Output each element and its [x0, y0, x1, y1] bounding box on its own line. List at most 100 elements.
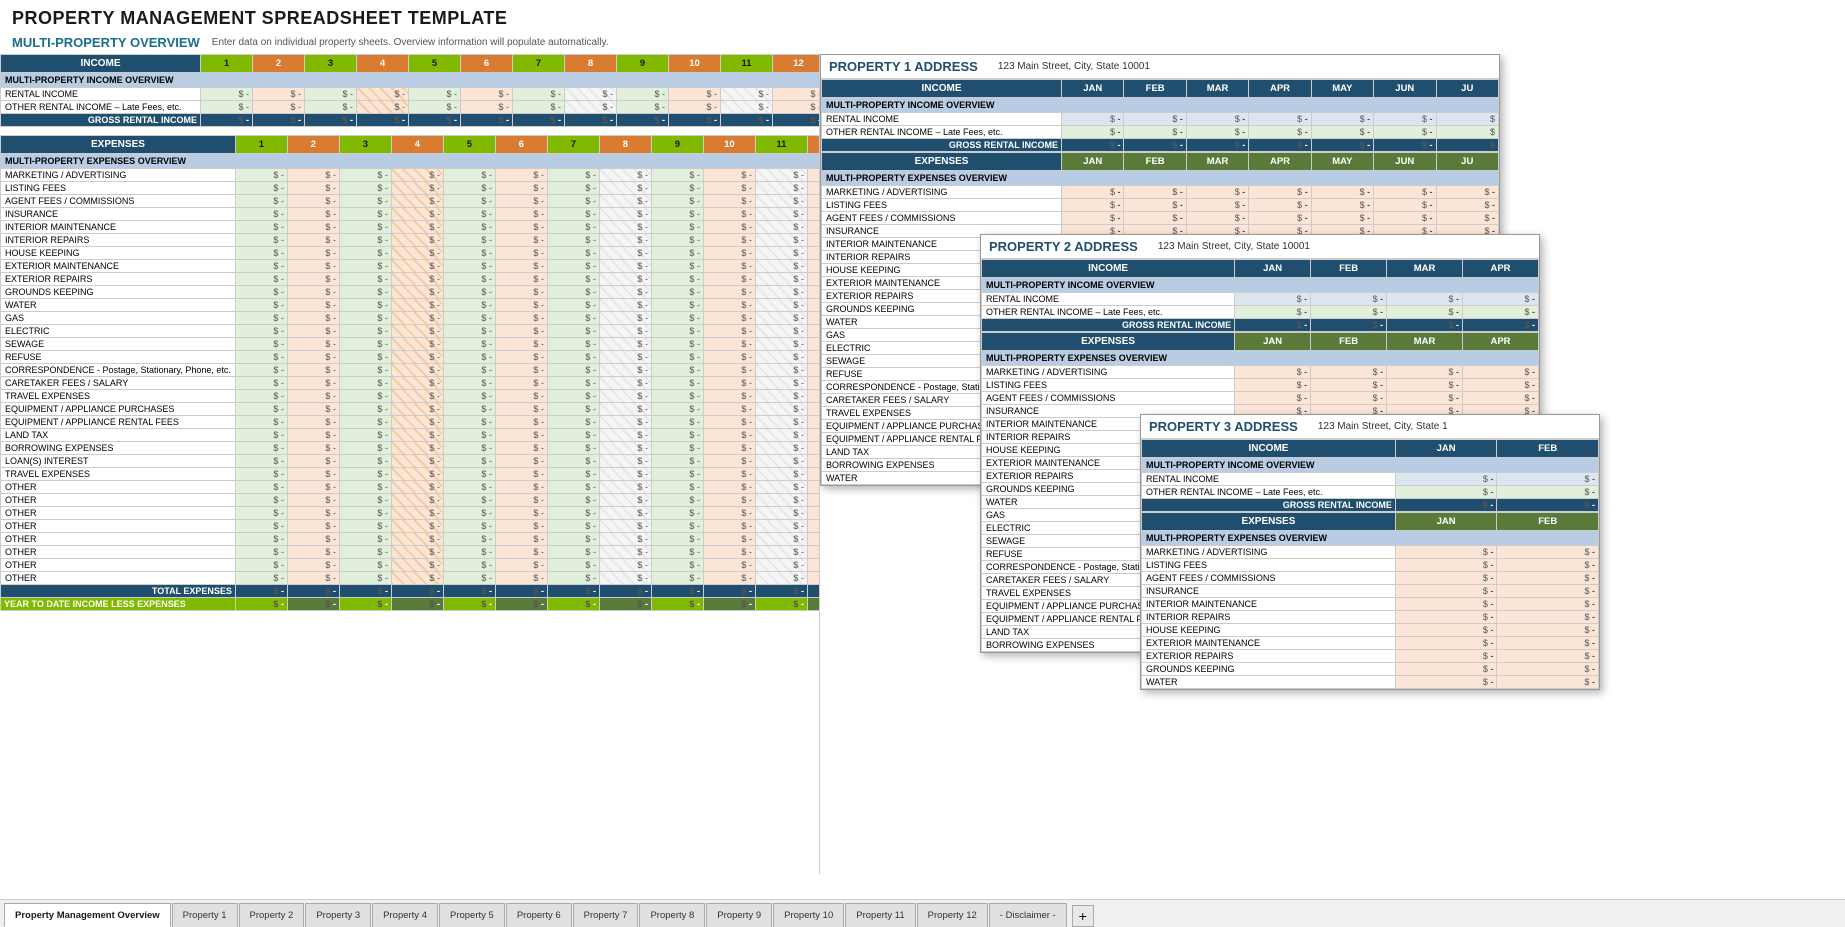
- table-row: LOAN(S) INTEREST$ -$ -$ -$ -$ -$ -$ -$ -…: [1, 455, 821, 468]
- property2-title: PROPERTY 2 ADDRESS: [989, 239, 1138, 254]
- table-row: CARETAKER FEES / SALARY$ -$ -$ -$ -$ -$ …: [1, 377, 821, 390]
- table-row: ELECTRIC$ -$ -$ -$ -$ -$ -$ -$ -$ -$ -$ …: [1, 325, 821, 338]
- table-row: AGENT FEES / COMMISSIONS$ -$ -$ -$ -$ -$…: [1, 195, 821, 208]
- subheader: MULTI-PROPERTY OVERVIEW Enter data on in…: [0, 33, 1845, 54]
- table-row: OTHER$ -$ -$ -$ -$ -$ -$ -$ -$ -$ -$ -$ …: [1, 572, 821, 585]
- tab-property-4[interactable]: Property 4: [372, 903, 438, 927]
- header: PROPERTY MANAGEMENT SPREADSHEET TEMPLATE: [0, 0, 1845, 33]
- table-row: RENTAL INCOME $ - $ - $ - $ -: [982, 293, 1539, 306]
- table-row: EXTERIOR MAINTENANCE$ -$ -: [1142, 637, 1599, 650]
- tab-property-8[interactable]: Property 8: [639, 903, 705, 927]
- property3-income-table: INCOME JAN FEB MULTI-PROPERTY INCOME OVE…: [1141, 439, 1599, 512]
- property1-address: 123 Main Street, City, State 10001: [998, 61, 1150, 72]
- tab-property-7[interactable]: Property 7: [573, 903, 639, 927]
- property1-title: PROPERTY 1 ADDRESS: [829, 59, 978, 74]
- property3-address: 123 Main Street, City, State 1: [1318, 421, 1448, 432]
- ytd-income-less-row: YEAR TO DATE INCOME LESS EXPENSES$ -$ -$…: [1, 598, 821, 611]
- table-row: AGENT FEES / COMMISSIONS$ -$ -: [1142, 572, 1599, 585]
- add-tab-button[interactable]: +: [1072, 905, 1094, 927]
- table-row: OTHER RENTAL INCOME – Late Fees, etc. $ …: [1, 101, 821, 114]
- table-row: AGENT FEES / COMMISSIONS$ -$ -$ -$ -: [982, 392, 1539, 405]
- property2-address: 123 Main Street, City, State 10001: [1158, 241, 1310, 252]
- property1-income-table: INCOME JAN FEB MAR APR MAY JUN JU MULTI-…: [821, 79, 1499, 152]
- overview-title: MULTI-PROPERTY OVERVIEW: [12, 35, 200, 50]
- income-table: INCOME 1 2 3 4 5 6 7 8 9 10 11 12 YTD TO…: [0, 54, 820, 127]
- table-row: INTERIOR REPAIRS$ -$ -$ -$ -$ -$ -$ -$ -…: [1, 234, 821, 247]
- table-row: CORRESPONDENCE - Postage, Stationary, Ph…: [1, 364, 821, 377]
- table-row: LISTING FEES$ -$ -$ -$ -: [982, 379, 1539, 392]
- table-row: OTHER$ -$ -$ -$ -$ -$ -$ -$ -$ -$ -$ -$ …: [1, 559, 821, 572]
- tab-disclaimer[interactable]: - Disclaimer -: [989, 903, 1067, 927]
- table-row: INTERIOR MAINTENANCE$ -$ -: [1142, 598, 1599, 611]
- table-row: EXTERIOR MAINTENANCE$ -$ -$ -$ -$ -$ -$ …: [1, 260, 821, 273]
- table-row: MARKETING / ADVERTISING$ -$ -$ -$ -$ -$ …: [822, 186, 1499, 199]
- table-row: OTHER RENTAL INCOME – Late Fees, etc. $ …: [982, 306, 1539, 319]
- table-row: REFUSE$ -$ -$ -$ -$ -$ -$ -$ -$ -$ -$ -$…: [1, 351, 821, 364]
- tab-property-12[interactable]: Property 12: [917, 903, 988, 927]
- tab-property-11[interactable]: Property 11: [845, 903, 915, 927]
- table-row: MARKETING / ADVERTISING$ -$ -$ -$ -: [982, 366, 1539, 379]
- table-row: OTHER$ -$ -$ -$ -$ -$ -$ -$ -$ -$ -$ -$ …: [1, 481, 821, 494]
- table-row: TRAVEL EXPENSES$ -$ -$ -$ -$ -$ -$ -$ -$…: [1, 468, 821, 481]
- tab-property-1[interactable]: Property 1: [172, 903, 238, 927]
- gross-income-row: GROSS RENTAL INCOME $ - $ - $ - $ - $ - …: [1, 114, 821, 127]
- gross-row: GROSS RENTAL INCOME $ - $ - $ - $ -: [982, 319, 1539, 332]
- tab-property-management-overview[interactable]: Property Management Overview: [4, 903, 171, 927]
- table-row: WATER$ -$ -: [1142, 676, 1599, 689]
- main-area: INCOME 1 2 3 4 5 6 7 8 9 10 11 12 YTD TO…: [0, 54, 1845, 874]
- overview-description: Enter data on individual property sheets…: [212, 37, 609, 48]
- table-row: INTERIOR MAINTENANCE$ -$ -$ -$ -$ -$ -$ …: [1, 221, 821, 234]
- property3-expense-table: EXPENSES JAN FEB MULTI-PROPERTY EXPENSES…: [1141, 512, 1599, 689]
- table-row: RENTAL INCOME $ - $ - $ - $ - $ - $ - $: [822, 113, 1499, 126]
- gross-row: GROSS RENTAL INCOME $ - $ -: [1142, 499, 1599, 512]
- tab-bar: Property Management Overview Property 1 …: [0, 899, 1845, 927]
- table-row: INSURANCE$ -$ -: [1142, 585, 1599, 598]
- page-title: PROPERTY MANAGEMENT SPREADSHEET TEMPLATE: [12, 8, 1833, 29]
- table-row: OTHER$ -$ -$ -$ -$ -$ -$ -$ -$ -$ -$ -$ …: [1, 494, 821, 507]
- total-expenses-row: TOTAL EXPENSES$ -$ -$ -$ -$ -$ -$ -$ -$ …: [1, 585, 821, 598]
- table-row: LAND TAX$ -$ -$ -$ -$ -$ -$ -$ -$ -$ -$ …: [1, 429, 821, 442]
- table-row: BORROWING EXPENSES$ -$ -$ -$ -$ -$ -$ -$…: [1, 442, 821, 455]
- table-row: HOUSE KEEPING$ -$ -$ -$ -$ -$ -$ -$ -$ -…: [1, 247, 821, 260]
- expenses-header: EXPENSES: [1, 136, 236, 154]
- property3-title: PROPERTY 3 ADDRESS: [1149, 419, 1298, 434]
- tab-property-2[interactable]: Property 2: [239, 903, 305, 927]
- tab-property-3[interactable]: Property 3: [305, 903, 371, 927]
- table-row: TRAVEL EXPENSES$ -$ -$ -$ -$ -$ -$ -$ -$…: [1, 390, 821, 403]
- tab-property-9[interactable]: Property 9: [706, 903, 772, 927]
- income-header: INCOME: [1, 55, 201, 73]
- right-panel: PROPERTY 1 ADDRESS 123 Main Street, City…: [820, 54, 1845, 874]
- table-row: HOUSE KEEPING$ -$ -: [1142, 624, 1599, 637]
- table-row: OTHER$ -$ -$ -$ -$ -$ -$ -$ -$ -$ -$ -$ …: [1, 546, 821, 559]
- expenses-sub-header: MULTI-PROPERTY EXPENSES OVERVIEW: [1, 154, 821, 169]
- table-row: MARKETING / ADVERTISING$ -$ -: [1142, 546, 1599, 559]
- table-row: RENTAL INCOME $ - $ - $ - $ - $ - $ - $ …: [1, 88, 821, 101]
- tab-property-10[interactable]: Property 10: [773, 903, 844, 927]
- table-row: GROUNDS KEEPING$ -$ -$ -$ -$ -$ -$ -$ -$…: [1, 286, 821, 299]
- table-row: EXTERIOR REPAIRS$ -$ -$ -$ -$ -$ -$ -$ -…: [1, 273, 821, 286]
- table-row: OTHER$ -$ -$ -$ -$ -$ -$ -$ -$ -$ -$ -$ …: [1, 533, 821, 546]
- overview-panel: INCOME 1 2 3 4 5 6 7 8 9 10 11 12 YTD TO…: [0, 54, 820, 874]
- gross-row: GROSS RENTAL INCOME $ - $ - $ - $ - $ - …: [822, 139, 1499, 152]
- property3-panel: PROPERTY 3 ADDRESS 123 Main Street, City…: [1140, 414, 1600, 690]
- table-row: RENTAL INCOME $ - $ -: [1142, 473, 1599, 486]
- table-row: OTHER RENTAL INCOME – Late Fees, etc. $ …: [1142, 486, 1599, 499]
- tab-property-6[interactable]: Property 6: [506, 903, 572, 927]
- property2-income-table: INCOME JAN FEB MAR APR MULTI-PROPERTY IN…: [981, 259, 1539, 332]
- table-row: MARKETING / ADVERTISING$ -$ -$ -$ -$ -$ …: [1, 169, 821, 182]
- table-row: WATER$ -$ -$ -$ -$ -$ -$ -$ -$ -$ -$ -$ …: [1, 299, 821, 312]
- table-row: SEWAGE$ -$ -$ -$ -$ -$ -$ -$ -$ -$ -$ -$…: [1, 338, 821, 351]
- table-row: LISTING FEES$ -$ -: [1142, 559, 1599, 572]
- table-row: GAS$ -$ -$ -$ -$ -$ -$ -$ -$ -$ -$ -$ -$…: [1, 312, 821, 325]
- table-row: OTHER RENTAL INCOME – Late Fees, etc. $ …: [822, 126, 1499, 139]
- table-row: EQUIPMENT / APPLIANCE PURCHASES$ -$ -$ -…: [1, 403, 821, 416]
- table-row: AGENT FEES / COMMISSIONS$ -$ -$ -$ -$ -$…: [822, 212, 1499, 225]
- table-row: OTHER$ -$ -$ -$ -$ -$ -$ -$ -$ -$ -$ -$ …: [1, 507, 821, 520]
- table-row: INTERIOR REPAIRS$ -$ -: [1142, 611, 1599, 624]
- table-row: GROUNDS KEEPING$ -$ -: [1142, 663, 1599, 676]
- table-row: LISTING FEES$ -$ -$ -$ -$ -$ -$ -$ -$ -$…: [1, 182, 821, 195]
- table-row: INSURANCE$ -$ -$ -$ -$ -$ -$ -$ -$ -$ -$…: [1, 208, 821, 221]
- expenses-table: EXPENSES 1 2 3 4 5 6 7 8 9 10 11 12 YTD …: [0, 135, 820, 611]
- tab-property-5[interactable]: Property 5: [439, 903, 505, 927]
- table-row: EQUIPMENT / APPLIANCE RENTAL FEES$ -$ -$…: [1, 416, 821, 429]
